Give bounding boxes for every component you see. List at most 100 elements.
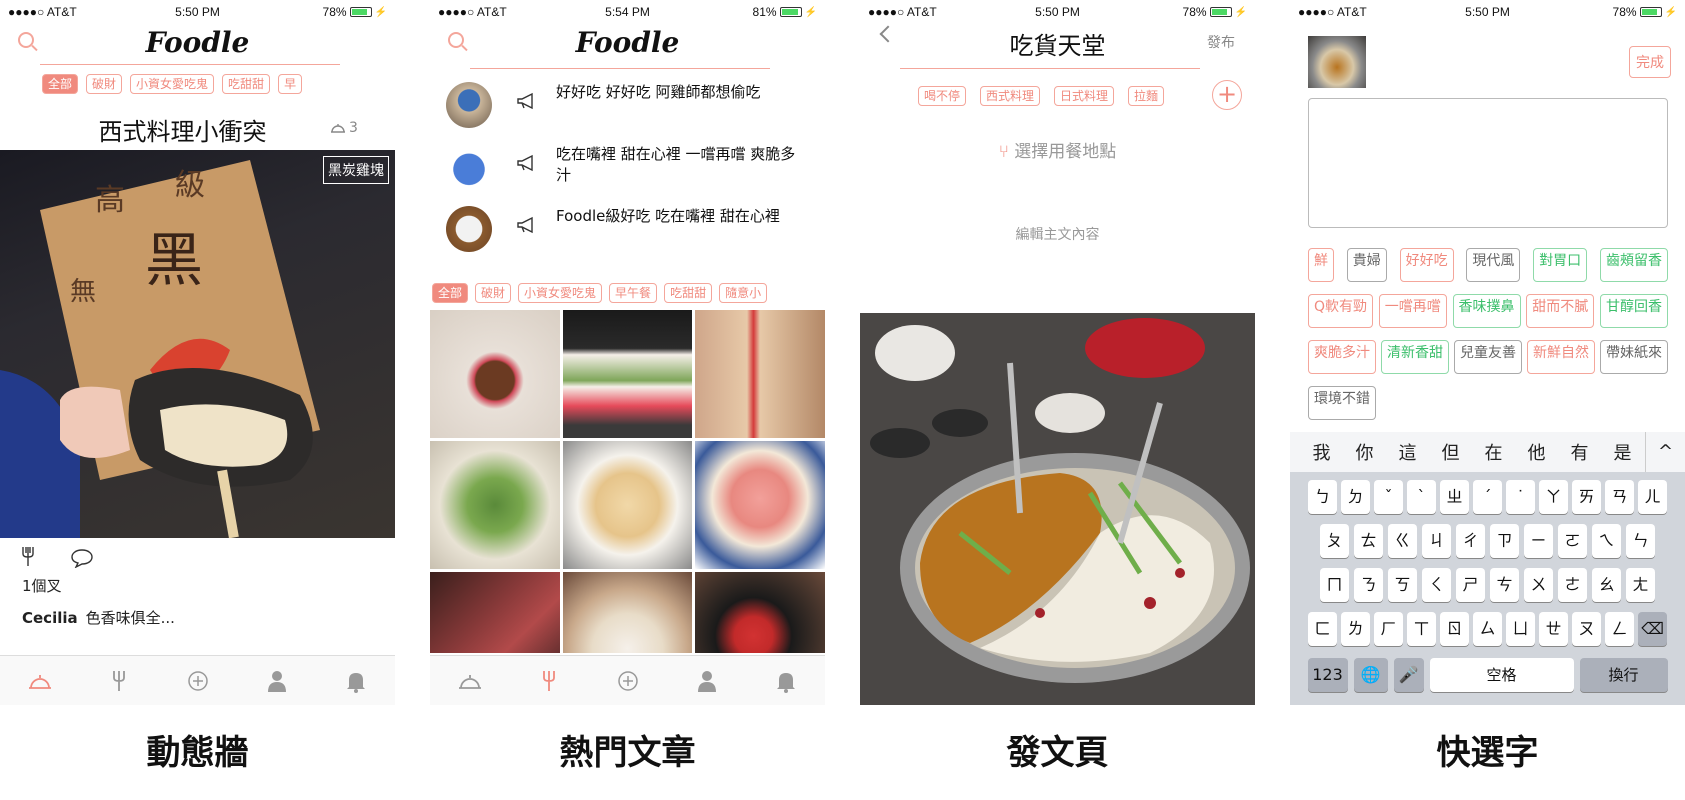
- key[interactable]: ㄎ: [1388, 568, 1417, 602]
- key[interactable]: ˋ: [1407, 480, 1436, 514]
- quick-tag[interactable]: 對胃口: [1533, 248, 1588, 282]
- tab-feed-cloche-icon[interactable]: [457, 668, 483, 694]
- chip[interactable]: 破財: [86, 74, 123, 94]
- key[interactable]: ㄍ: [1388, 524, 1417, 558]
- key[interactable]: ㄓ: [1440, 480, 1469, 514]
- post-photo[interactable]: [860, 313, 1255, 705]
- key[interactable]: ㄡ: [1572, 612, 1601, 646]
- key[interactable]: ㄒ: [1407, 612, 1436, 646]
- chip[interactable]: 小資女愛吃鬼: [518, 283, 603, 303]
- chip[interactable]: 西式料理: [980, 86, 1041, 106]
- quick-tag[interactable]: 一嚐再嚐: [1378, 294, 1447, 328]
- key[interactable]: ㄜ: [1558, 568, 1587, 602]
- publish-button[interactable]: 發布: [1207, 32, 1235, 52]
- candidate[interactable]: 但: [1429, 439, 1472, 465]
- location-picker[interactable]: ⑂ 選擇用餐地點: [860, 137, 1255, 162]
- key[interactable]: ㄕ: [1456, 568, 1485, 602]
- chip[interactable]: 破財: [475, 283, 512, 303]
- key[interactable]: ˙: [1506, 480, 1535, 514]
- quick-tag[interactable]: Q軟有勁: [1308, 294, 1374, 328]
- post-photo[interactable]: 高 級 無 黑 黑炭雞塊: [0, 150, 395, 538]
- tab-bell-icon[interactable]: [773, 668, 799, 694]
- key[interactable]: ㄏ: [1374, 612, 1403, 646]
- tab-add-icon[interactable]: [615, 668, 641, 694]
- key[interactable]: ㄟ: [1592, 524, 1621, 558]
- candidate[interactable]: 他: [1515, 439, 1558, 465]
- chip[interactable]: 隨意小: [719, 283, 768, 303]
- key[interactable]: ㄢ: [1605, 480, 1634, 514]
- key[interactable]: ㄑ: [1422, 568, 1451, 602]
- candidate[interactable]: 你: [1343, 439, 1386, 465]
- quick-tag[interactable]: 清新香甜: [1381, 340, 1449, 374]
- key[interactable]: ㄌ: [1341, 612, 1370, 646]
- list-item[interactable]: Foodle級好吃 吃在嘴裡 甜在心裡: [446, 202, 806, 260]
- microphone-key-icon[interactable]: 🎤: [1393, 658, 1424, 692]
- key[interactable]: ㄙ: [1473, 612, 1502, 646]
- quick-tag[interactable]: 帶妹紙來: [1600, 340, 1668, 374]
- chip[interactable]: 吃甜甜: [664, 283, 713, 303]
- list-item[interactable]: 好好吃 好好吃 阿雞師都想偷吃: [446, 78, 806, 136]
- grid-photo[interactable]: [430, 572, 560, 653]
- tab-feed-cloche-icon[interactable]: [27, 668, 53, 694]
- key[interactable]: ㄅ: [1308, 480, 1337, 514]
- quick-tag[interactable]: 鮮: [1308, 248, 1334, 282]
- quick-tag[interactable]: 好好吃: [1399, 248, 1454, 282]
- space-key[interactable]: 空格: [1429, 658, 1574, 692]
- expand-candidates-icon[interactable]: ^: [1645, 432, 1685, 472]
- quick-tag[interactable]: 兒童友善: [1454, 340, 1522, 374]
- candidate[interactable]: 有: [1558, 439, 1601, 465]
- key[interactable]: ㄥ: [1605, 612, 1634, 646]
- key[interactable]: ㄚ: [1539, 480, 1568, 514]
- backspace-key-icon[interactable]: ⌫: [1638, 612, 1667, 646]
- key[interactable]: ㄩ: [1506, 612, 1535, 646]
- content-editor-placeholder[interactable]: 編輯主文內容: [860, 224, 1255, 244]
- tab-profile-icon[interactable]: [264, 668, 290, 694]
- grid-photo[interactable]: [430, 310, 560, 438]
- chip[interactable]: 早午餐: [609, 283, 658, 303]
- quick-tag[interactable]: 貴婦: [1346, 248, 1387, 282]
- tab-add-icon[interactable]: [185, 668, 211, 694]
- key[interactable]: ㄗ: [1490, 524, 1519, 558]
- chip[interactable]: 拉麵: [1128, 86, 1165, 106]
- quick-tag[interactable]: 香味撲鼻: [1452, 294, 1521, 328]
- return-key[interactable]: 換行: [1579, 658, 1668, 692]
- key[interactable]: ㄔ: [1456, 524, 1485, 558]
- done-button[interactable]: 完成: [1629, 46, 1671, 78]
- chip[interactable]: 小資女愛吃鬼: [130, 74, 215, 94]
- candidate[interactable]: 在: [1472, 439, 1515, 465]
- grid-photo[interactable]: [695, 310, 825, 438]
- fork-icon[interactable]: [20, 546, 36, 568]
- chip[interactable]: 吃甜甜: [222, 74, 271, 94]
- add-category-button[interactable]: +: [1212, 80, 1242, 110]
- key[interactable]: ㄋ: [1354, 568, 1383, 602]
- candidate[interactable]: 我: [1300, 439, 1343, 465]
- key[interactable]: ㄈ: [1308, 612, 1337, 646]
- tab-bell-icon[interactable]: [343, 668, 369, 694]
- key[interactable]: ˊ: [1473, 480, 1502, 514]
- quick-tag[interactable]: 甘醇回香: [1599, 294, 1668, 328]
- key[interactable]: ㄛ: [1558, 524, 1587, 558]
- candidate[interactable]: 這: [1386, 439, 1429, 465]
- key[interactable]: ㄨ: [1524, 568, 1553, 602]
- chip[interactable]: 日式料理: [1054, 86, 1115, 106]
- comment-icon[interactable]: [70, 548, 94, 568]
- grid-photo[interactable]: [562, 441, 693, 569]
- tab-hot-fork-icon[interactable]: [106, 668, 132, 694]
- key[interactable]: ㄉ: [1341, 480, 1370, 514]
- key[interactable]: ㄣ: [1626, 524, 1655, 558]
- photo-thumbnail[interactable]: [1308, 36, 1366, 88]
- chip-all[interactable]: 全部: [432, 283, 469, 303]
- key[interactable]: ㄝ: [1539, 612, 1568, 646]
- post-like-count[interactable]: 3: [330, 120, 358, 136]
- chip[interactable]: 早: [278, 74, 303, 94]
- key[interactable]: ㄞ: [1572, 480, 1601, 514]
- key[interactable]: ㄊ: [1354, 524, 1383, 558]
- key[interactable]: ㄧ: [1524, 524, 1553, 558]
- key[interactable]: ㄦ: [1638, 480, 1667, 514]
- candidate[interactable]: 是: [1601, 439, 1644, 465]
- chip[interactable]: 喝不停: [918, 86, 967, 106]
- key[interactable]: ㄆ: [1320, 524, 1349, 558]
- grid-photo[interactable]: [430, 441, 560, 569]
- quick-tag[interactable]: 環境不錯: [1308, 386, 1376, 420]
- key[interactable]: ㄤ: [1626, 568, 1655, 602]
